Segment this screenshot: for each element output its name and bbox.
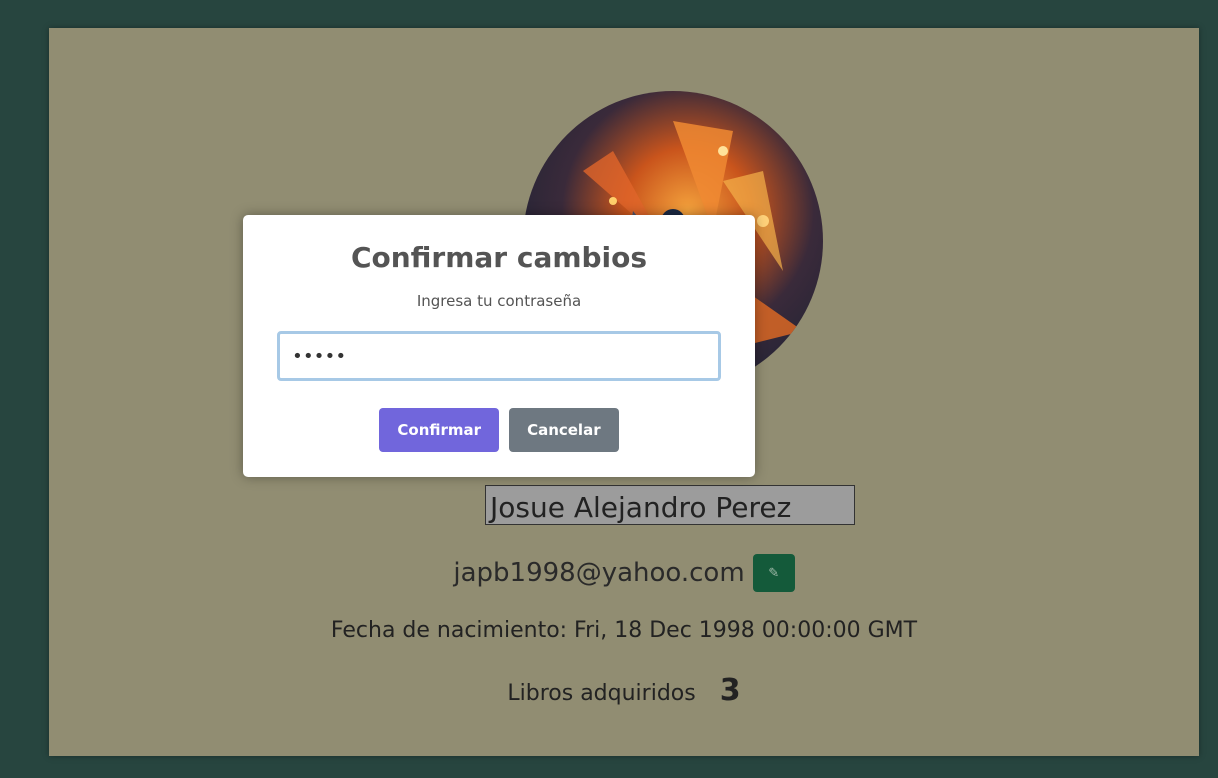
cancel-button[interactable]: Cancelar [509, 408, 619, 452]
name-input[interactable]: Josue Alejandro Perez [485, 485, 855, 525]
confirm-button[interactable]: Confirmar [379, 408, 500, 452]
modal-actions: Confirmar Cancelar [243, 408, 755, 452]
confirm-changes-modal: Confirmar cambios Ingresa tu contraseña … [243, 215, 755, 477]
pencil-icon: ✎ [768, 565, 780, 580]
books-count: 3 [719, 673, 741, 708]
password-input[interactable] [277, 331, 721, 381]
modal-subtitle: Ingresa tu contraseña [416, 292, 582, 310]
modal-title: Confirmar cambios [350, 241, 648, 274]
email-row: japb1998@yahoo.com ✎ [49, 554, 1199, 592]
email-text: japb1998@yahoo.com [453, 558, 745, 588]
birth-date: Fecha de nacimiento: Fri, 18 Dec 1998 00… [330, 618, 918, 643]
edit-email-button[interactable]: ✎ [752, 554, 795, 592]
books-label: Libros adquiridos [507, 681, 696, 706]
books-acquired: Libros adquiridos 3 [49, 673, 1199, 708]
